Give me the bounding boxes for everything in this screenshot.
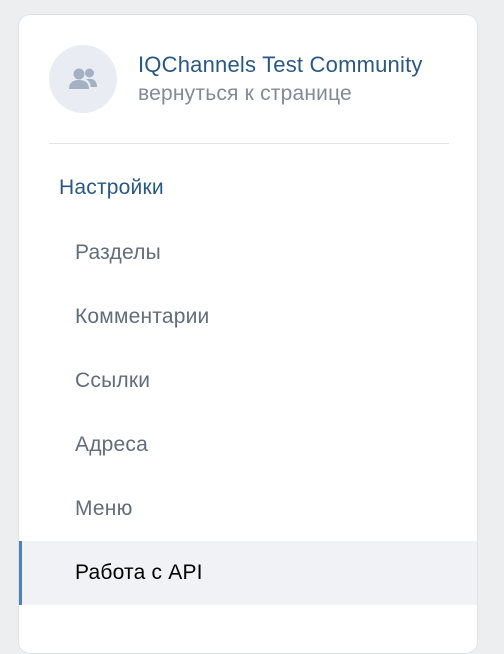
divider xyxy=(49,143,449,144)
community-settings-panel: IQChannels Test Community вернуться к ст… xyxy=(18,14,478,654)
community-name-link[interactable]: IQChannels Test Community xyxy=(138,51,458,79)
community-header[interactable]: IQChannels Test Community вернуться к ст… xyxy=(49,45,458,113)
avatar[interactable] xyxy=(49,45,117,113)
settings-section-title[interactable]: Настройки xyxy=(59,173,164,203)
community-info: IQChannels Test Community вернуться к ст… xyxy=(138,51,458,108)
menu-item-comments[interactable]: Комментарии xyxy=(19,285,477,349)
menu-item-links[interactable]: Ссылки xyxy=(19,349,477,413)
settings-menu: Разделы Комментарии Ссылки Адреса Меню Р… xyxy=(19,221,477,605)
menu-item-menu[interactable]: Меню xyxy=(19,477,477,541)
menu-item-api[interactable]: Работа с API xyxy=(19,541,477,605)
back-to-page-link[interactable]: вернуться к странице xyxy=(138,80,458,108)
menu-item-sections[interactable]: Разделы xyxy=(19,221,477,285)
menu-item-addresses[interactable]: Адреса xyxy=(19,413,477,477)
community-group-icon xyxy=(69,68,97,89)
